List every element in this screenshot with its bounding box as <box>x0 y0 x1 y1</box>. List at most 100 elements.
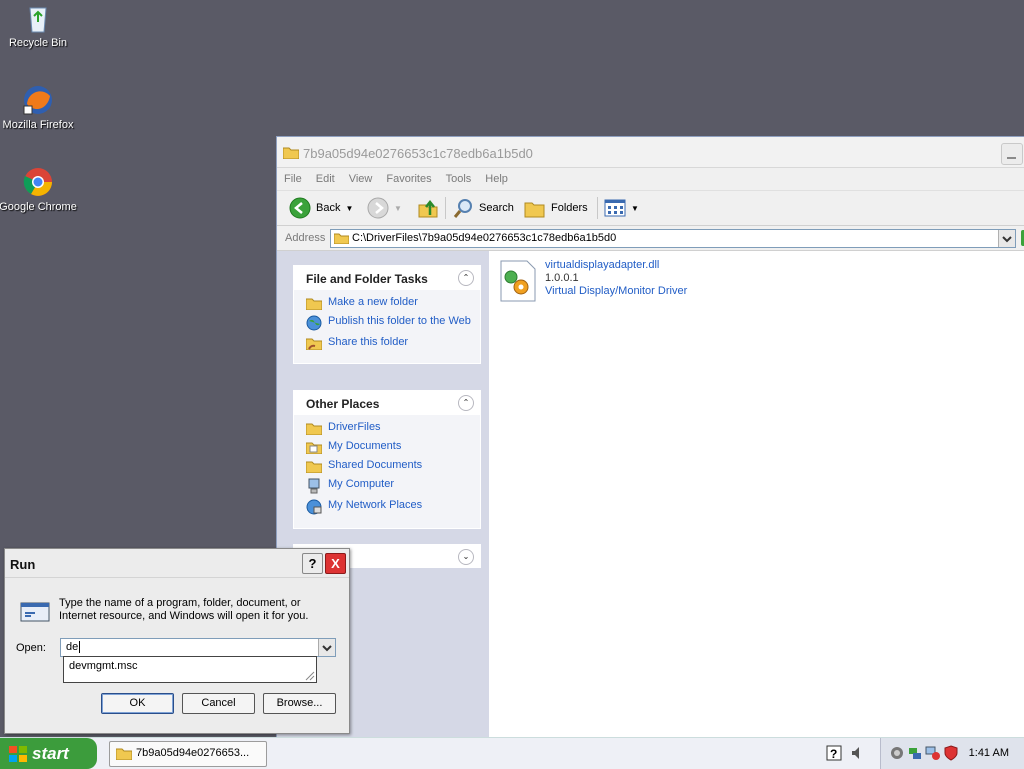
collapse-chevron-icon[interactable]: ⌃ <box>458 270 474 286</box>
network-tray-icon[interactable] <box>889 745 905 761</box>
folders-icon <box>524 202 545 218</box>
text-caret <box>79 641 80 653</box>
place-my-network-places[interactable]: My Network Places <box>306 499 480 515</box>
security-shield-icon[interactable] <box>943 745 959 761</box>
search-label: Search <box>479 202 514 214</box>
open-input[interactable]: de <box>60 638 336 657</box>
speaker-icon[interactable] <box>850 745 862 761</box>
run-title: Run <box>10 557 36 572</box>
clock: 1:41 AM <box>968 747 1009 759</box>
run-titlebar[interactable]: Run ? X <box>5 549 349 578</box>
address-label: Address <box>285 232 326 244</box>
system-tray: 1:41 AM <box>880 738 1024 769</box>
help-icon[interactable]: ? <box>826 745 842 761</box>
explorer-titlebar[interactable]: 7b9a05d94e0276653c1c78edb6a1b5d0 <box>277 137 1024 168</box>
desktop-icon-firefox[interactable]: Mozilla Firefox <box>0 84 78 131</box>
place-label: Shared Documents <box>328 459 423 471</box>
task-publish-folder[interactable]: Publish this folder to the Web <box>306 315 480 331</box>
panel-header[interactable]: Other Places ⌃ <box>294 391 480 415</box>
menu-view[interactable]: View <box>342 168 380 185</box>
desktop-icon-label: Google Chrome <box>0 201 77 213</box>
desktop-icon-label: Mozilla Firefox <box>2 119 74 131</box>
place-my-documents[interactable]: My Documents <box>306 440 480 454</box>
run-dialog: Run ? X Type the name of a program, fold… <box>4 548 350 734</box>
forward-button[interactable]: ▼ <box>367 196 402 220</box>
menu-tools[interactable]: Tools <box>439 168 479 185</box>
address-dropdown-button[interactable] <box>998 230 1015 247</box>
folder-icon <box>334 233 349 244</box>
resize-grip-icon[interactable] <box>303 669 315 681</box>
new-folder-icon <box>306 298 322 310</box>
back-dropdown-icon[interactable]: ▼ <box>345 204 353 213</box>
desktop-icon-recycle-bin[interactable]: Recycle Bin <box>0 2 78 49</box>
menu-help[interactable]: Help <box>478 168 515 185</box>
panel-title: Other Places <box>306 397 380 411</box>
toolbar-separator <box>445 197 446 219</box>
file-version: 1.0.0.1 <box>545 272 579 284</box>
task-make-new-folder[interactable]: Make a new folder <box>306 296 480 310</box>
up-folder-button[interactable] <box>417 196 439 220</box>
back-label: Back <box>316 202 341 214</box>
svg-text:?: ? <box>830 747 837 761</box>
place-shared-documents[interactable]: Shared Documents <box>306 459 480 473</box>
place-label: My Computer <box>328 478 395 490</box>
close-button[interactable]: X <box>325 553 346 574</box>
documents-folder-icon <box>306 442 322 454</box>
desktop-icon-chrome[interactable]: Google Chrome <box>0 166 78 213</box>
panel-header[interactable]: File and Folder Tasks ⌃ <box>294 266 480 290</box>
run-icon <box>20 602 50 622</box>
open-input-value: de <box>66 641 79 653</box>
windows-logo-icon <box>9 746 27 762</box>
up-folder-icon <box>418 199 438 218</box>
toolbar: Back ▼ ▼ Search Folders ▼ <box>277 191 1024 226</box>
menu-favorites[interactable]: Favorites <box>379 168 438 185</box>
cancel-button[interactable]: Cancel <box>182 693 255 714</box>
task-share-folder[interactable]: Share this folder <box>306 336 480 350</box>
place-label: My Network Places <box>328 499 423 511</box>
window-title: 7b9a05d94e0276653c1c78edb6a1b5d0 <box>303 146 533 161</box>
chevron-down-icon <box>1002 236 1012 243</box>
connection-tray-icon[interactable] <box>907 745 923 761</box>
address-input[interactable]: C:\DriverFiles\7b9a05d94e0276653c1c78edb… <box>330 229 1016 248</box>
browse-button[interactable]: Browse... <box>263 693 336 714</box>
menu-file[interactable]: File <box>277 168 309 185</box>
ok-button[interactable]: OK <box>101 693 174 714</box>
computer-icon <box>308 478 320 494</box>
folder-icon <box>306 423 322 435</box>
expand-chevron-icon[interactable]: ⌄ <box>458 549 474 565</box>
folder-icon <box>283 147 299 159</box>
chrome-icon <box>23 168 52 196</box>
place-my-computer[interactable]: My Computer <box>306 478 480 494</box>
run-description: Type the name of a program, folder, docu… <box>59 597 309 622</box>
task-label: Publish this folder to the Web <box>328 315 471 327</box>
file-description: Virtual Display/Monitor Driver <box>545 285 688 297</box>
search-button[interactable]: Search <box>452 196 514 220</box>
network-connection-icon[interactable] <box>925 745 941 761</box>
toolbar-separator <box>597 197 598 219</box>
start-button[interactable]: start <box>0 738 97 769</box>
menu-edit[interactable]: Edit <box>309 168 342 185</box>
file-item[interactable]: virtualdisplayadapter.dll 1.0.0.1 Virtua… <box>499 259 687 303</box>
file-name: virtualdisplayadapter.dll <box>545 259 660 271</box>
task-label: Make a new folder <box>328 296 418 308</box>
folder-icon <box>116 748 132 760</box>
desktop-icon-label: Recycle Bin <box>8 37 68 49</box>
collapse-chevron-icon[interactable]: ⌃ <box>458 395 474 411</box>
folders-button[interactable]: Folders <box>524 196 588 220</box>
place-label: My Documents <box>328 440 402 452</box>
taskbar-window-button[interactable]: 7b9a05d94e0276653... <box>109 741 267 767</box>
views-button[interactable]: ▼ <box>604 196 639 220</box>
forward-arrow-icon <box>367 197 389 219</box>
file-list: virtualdisplayadapter.dll 1.0.0.1 Virtua… <box>489 251 1024 737</box>
open-dropdown-button[interactable] <box>318 639 335 656</box>
place-driverfiles[interactable]: DriverFiles <box>306 421 480 435</box>
views-dropdown-icon: ▼ <box>631 203 639 213</box>
minimize-button[interactable] <box>1001 143 1023 165</box>
autocomplete-item[interactable]: devmgmt.msc <box>69 660 137 672</box>
globe-icon <box>306 315 322 331</box>
back-button[interactable]: Back ▼ <box>289 196 353 220</box>
help-button[interactable]: ? <box>302 553 323 574</box>
forward-dropdown-icon[interactable]: ▼ <box>394 204 402 213</box>
address-value: C:\DriverFiles\7b9a05d94e0276653c1c78edb… <box>352 232 617 244</box>
panel-title: File and Folder Tasks <box>306 272 428 286</box>
